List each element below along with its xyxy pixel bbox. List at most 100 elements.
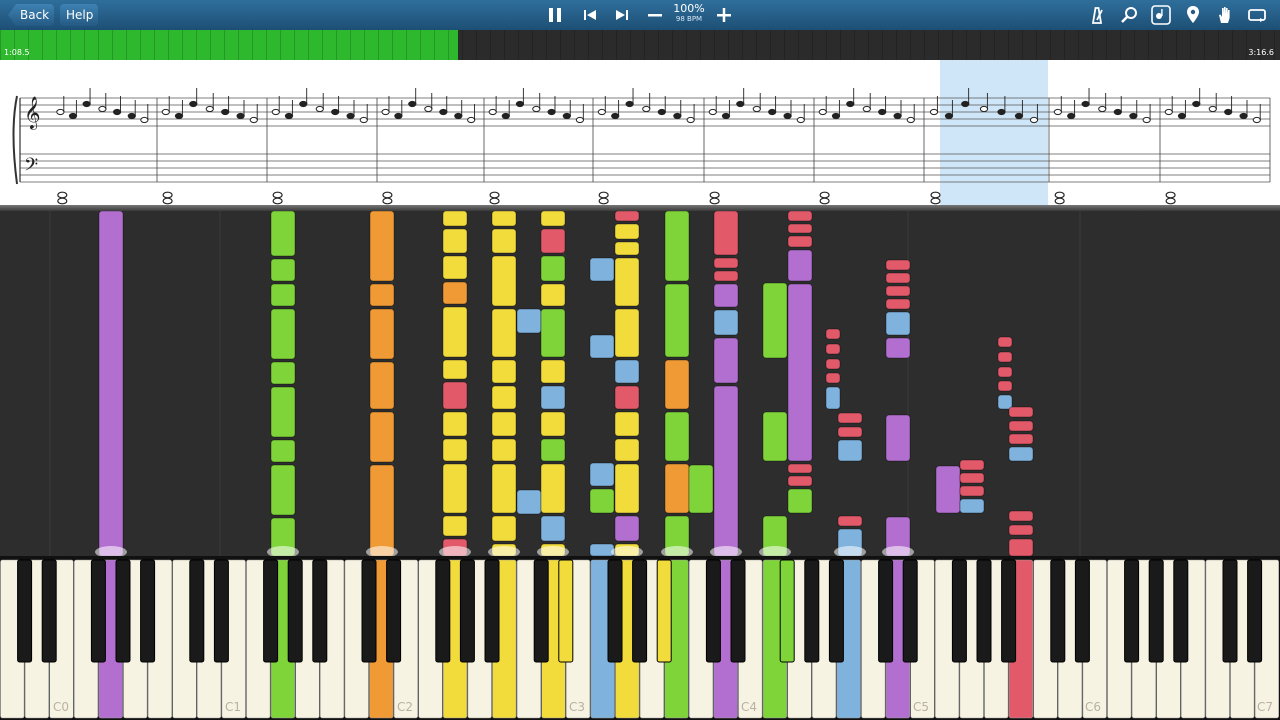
note-head — [127, 112, 136, 120]
piano-keyboard[interactable]: C0 C1 C2 C3 C4 C5 C6 C7 — [0, 556, 1280, 720]
tempo-percent: 100% — [673, 2, 705, 15]
falling-note — [614, 359, 640, 384]
minus-icon[interactable] — [643, 3, 667, 27]
sheet-music[interactable]: 𝄞 𝄢 — [0, 60, 1280, 205]
staff-notation: 𝄞𝄢 — [12, 88, 1271, 205]
note-head — [961, 100, 970, 108]
pause-icon[interactable] — [543, 3, 567, 27]
falling-note — [825, 372, 841, 384]
tempo-display: 100% 98 BPM — [672, 3, 706, 24]
falling-note — [1008, 420, 1034, 432]
piano-keys[interactable] — [0, 556, 1280, 720]
falling-note — [369, 361, 395, 410]
falling-note — [516, 308, 542, 334]
hand-icon[interactable] — [1213, 3, 1237, 27]
note-head — [708, 108, 717, 116]
note-head — [862, 105, 871, 113]
bass-note-head — [1054, 191, 1065, 199]
falling-note — [270, 361, 296, 385]
falling-note — [787, 235, 813, 248]
note-head — [315, 105, 324, 113]
falling-note — [762, 411, 788, 462]
skip-back-icon[interactable] — [578, 3, 602, 27]
note-head — [1113, 108, 1122, 116]
note-head — [831, 112, 841, 120]
bass-note-head — [819, 191, 830, 199]
metronome-icon[interactable] — [1085, 3, 1109, 27]
bass-note-head — [57, 197, 68, 205]
falling-note — [614, 211, 640, 222]
black-key — [976, 559, 992, 663]
falling-note — [997, 336, 1013, 348]
black-key — [140, 559, 156, 663]
back-button[interactable]: Back — [8, 4, 54, 26]
note-head — [768, 108, 777, 116]
falling-note — [837, 426, 863, 438]
note-head — [1014, 112, 1024, 120]
falling-note — [442, 515, 468, 537]
falling-note — [614, 257, 640, 307]
loop-icon[interactable] — [1245, 3, 1269, 27]
bass-note-head — [382, 191, 393, 199]
note-head — [56, 108, 65, 116]
black-key — [1148, 559, 1164, 663]
falling-note — [442, 411, 468, 437]
falling-note — [491, 228, 517, 254]
falling-note — [787, 283, 813, 462]
falling-note — [270, 386, 296, 438]
falling-note — [442, 463, 468, 514]
note-head — [408, 100, 417, 108]
note-head — [673, 112, 682, 120]
note-head — [611, 112, 620, 120]
total-time: 3:16.6 — [1248, 48, 1274, 57]
bass-note-head — [1165, 197, 1176, 205]
note-head — [1129, 112, 1138, 120]
black-key — [730, 559, 746, 663]
note-head — [944, 112, 954, 120]
falling-note — [1008, 510, 1034, 522]
note-head — [68, 112, 78, 120]
falling-note — [688, 464, 714, 514]
black-key — [902, 559, 918, 663]
search-icon[interactable] — [1117, 3, 1141, 27]
black-key — [213, 559, 229, 663]
notation-icon[interactable] — [1149, 3, 1173, 27]
note-head — [1164, 108, 1173, 116]
falling-note — [491, 463, 517, 514]
black-key — [951, 559, 967, 663]
falling-note — [837, 412, 863, 424]
octave-label-c5: C5 — [913, 700, 930, 714]
falling-note — [713, 337, 739, 384]
location-pin-icon[interactable] — [1181, 3, 1205, 27]
note-head — [1142, 116, 1151, 124]
falling-note — [614, 411, 640, 437]
falling-note — [540, 308, 566, 358]
note-head — [98, 105, 107, 113]
bass-note-head — [57, 191, 68, 199]
skip-forward-icon[interactable] — [610, 3, 634, 27]
plus-icon[interactable] — [712, 3, 736, 27]
black-key — [828, 559, 844, 663]
song-progress-bar[interactable]: 1:08.5 3:16.6 — [0, 30, 1280, 60]
falling-note — [614, 241, 640, 256]
falling-note — [540, 463, 566, 514]
black-key — [1173, 559, 1189, 663]
note-head — [997, 108, 1006, 116]
falling-note — [270, 258, 296, 282]
help-button[interactable]: Help — [60, 4, 98, 26]
black-key — [386, 559, 402, 663]
black-key — [115, 559, 131, 663]
falling-note — [369, 283, 395, 307]
falling-note — [885, 272, 911, 284]
black-key — [705, 559, 721, 663]
note-head — [1239, 112, 1248, 120]
octave-label-c4: C4 — [741, 700, 758, 714]
note-head — [532, 105, 541, 113]
note-head — [597, 108, 606, 116]
falling-note — [540, 385, 566, 410]
falling-note — [540, 359, 566, 384]
falling-note — [825, 328, 841, 340]
falling-note — [713, 270, 739, 282]
falling-note — [825, 386, 841, 410]
falling-note — [787, 211, 813, 222]
